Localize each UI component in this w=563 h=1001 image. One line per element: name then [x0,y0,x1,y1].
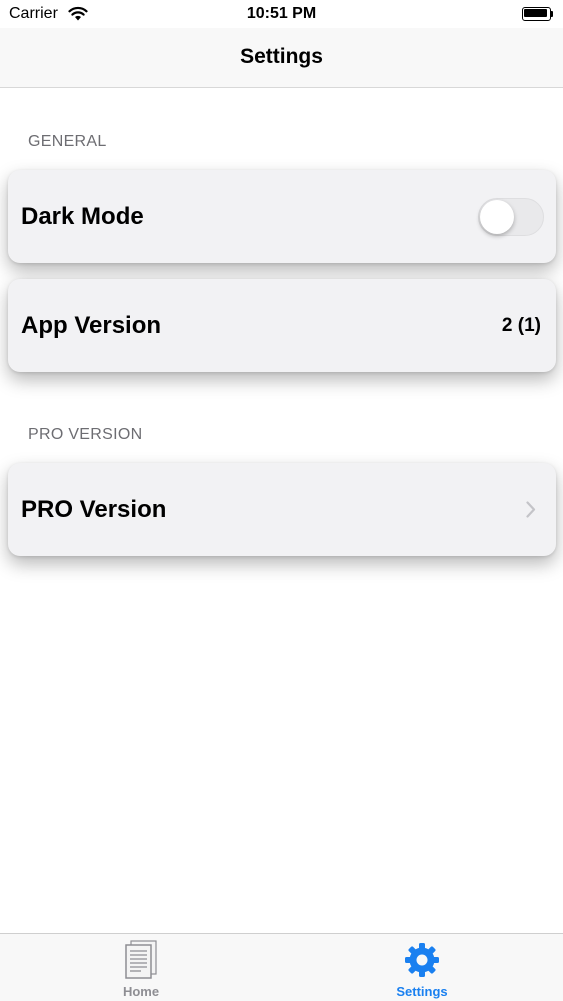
pro-version-row[interactable]: PRO Version [8,463,556,556]
tab-settings[interactable]: Settings [281,934,563,1001]
dark-mode-toggle[interactable] [478,198,544,236]
app-version-value: 2 (1) [501,315,541,336]
dark-mode-label: Dark Mode [21,203,144,230]
page-title: Settings [240,45,323,68]
app-version-label: App Version [21,312,162,339]
document-icon [124,940,158,985]
navigation-bar: Settings [0,28,563,88]
pro-version-label: PRO Version [21,496,167,523]
battery-icon [522,7,554,21]
section-header-pro: PRO VERSION [28,426,143,443]
status-bar: Carrier 10:51 PM [0,0,563,28]
section-header-general: GENERAL [28,133,107,150]
toggle-knob [480,200,514,234]
tab-settings-label: Settings [396,984,448,999]
dark-mode-row: Dark Mode [8,170,556,263]
app-version-row: App Version 2 (1) [8,279,556,372]
tab-home-label: Home [122,984,160,999]
gear-icon [404,942,440,983]
tab-bar: Home Settings [0,933,563,1001]
status-time: 10:51 PM [246,5,317,22]
tab-home[interactable]: Home [0,934,282,1001]
chevron-right-icon [526,501,536,523]
